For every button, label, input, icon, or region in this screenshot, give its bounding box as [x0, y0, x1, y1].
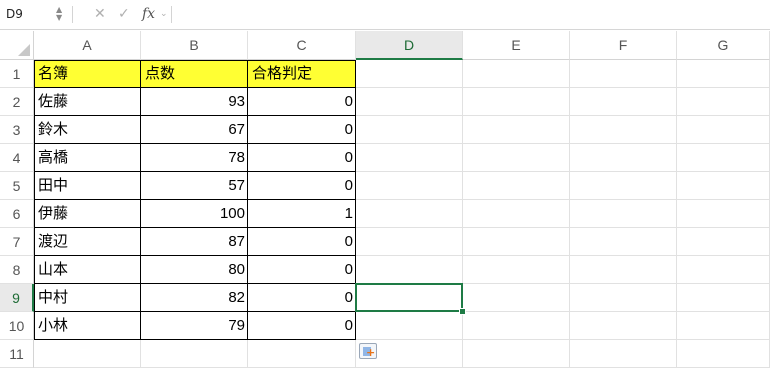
- table-cell-pass[interactable]: 0: [248, 312, 356, 340]
- table-cell-score[interactable]: 82: [141, 284, 248, 312]
- column-gridline: [676, 60, 677, 368]
- table-cell-name[interactable]: 伊藤: [34, 200, 141, 228]
- table-row-border: [34, 255, 356, 256]
- column-header-a[interactable]: A: [34, 31, 141, 60]
- table-cell-pass[interactable]: 0: [248, 284, 356, 312]
- table-cell-pass[interactable]: 0: [248, 172, 356, 200]
- column-header-e[interactable]: E: [463, 31, 570, 60]
- table-row-border: [34, 87, 356, 88]
- row-header-2[interactable]: 2: [0, 88, 34, 116]
- selected-cell[interactable]: [355, 283, 463, 312]
- row-header-3[interactable]: 3: [0, 116, 34, 144]
- table-cell-score[interactable]: 93: [141, 88, 248, 116]
- table-row-border: [34, 199, 356, 200]
- table-row-border: [34, 311, 356, 312]
- check-icon[interactable]: ✓: [118, 4, 130, 24]
- row-header-9[interactable]: 9: [0, 284, 34, 312]
- formula-bar-separator: [171, 6, 172, 23]
- header-cell[interactable]: 合格判定: [248, 60, 356, 88]
- formula-bar: D9 ▲ ▼ ✕ ✓ fx ⌄: [0, 0, 770, 30]
- row-header-4[interactable]: 4: [0, 144, 34, 172]
- header-cell[interactable]: 名簿: [34, 60, 141, 88]
- close-icon[interactable]: ✕: [94, 4, 106, 24]
- table-row-border: [34, 283, 356, 284]
- table-cell-pass[interactable]: 0: [248, 256, 356, 284]
- table-cell-pass[interactable]: 0: [248, 116, 356, 144]
- table-row-border: [34, 143, 356, 144]
- plus-icon: +: [366, 346, 376, 359]
- table-cell-score[interactable]: 67: [141, 116, 248, 144]
- table-cell-score[interactable]: 87: [141, 228, 248, 256]
- table-cell-score[interactable]: 78: [141, 144, 248, 172]
- fx-dropdown-icon[interactable]: ⌄: [160, 4, 168, 24]
- row-header-6[interactable]: 6: [0, 200, 34, 228]
- row-header-1[interactable]: 1: [0, 60, 34, 88]
- column-header-d[interactable]: D: [356, 31, 463, 60]
- table-cell-pass[interactable]: 0: [248, 88, 356, 116]
- table-cell-name[interactable]: 中村: [34, 284, 141, 312]
- row-header-11[interactable]: 11: [0, 340, 34, 368]
- table-column-border: [247, 60, 248, 340]
- table-cell-name[interactable]: 山本: [34, 256, 141, 284]
- fill-handle[interactable]: [459, 308, 466, 315]
- table-cell-name[interactable]: 渡辺: [34, 228, 141, 256]
- table-cell-score[interactable]: 100: [141, 200, 248, 228]
- fx-icon[interactable]: fx: [142, 4, 155, 24]
- table-cell-name[interactable]: 鈴木: [34, 116, 141, 144]
- table-cell-name[interactable]: 佐藤: [34, 88, 141, 116]
- row-header-5[interactable]: 5: [0, 172, 34, 200]
- column-header-f[interactable]: F: [570, 31, 677, 60]
- row-header-8[interactable]: 8: [0, 256, 34, 284]
- table-cell-pass[interactable]: 1: [248, 200, 356, 228]
- formula-bar-separator: [72, 6, 73, 23]
- name-box-stepper-icon[interactable]: ▲ ▼: [56, 6, 62, 22]
- table-cell-score[interactable]: 57: [141, 172, 248, 200]
- table-column-border: [140, 60, 141, 340]
- table-cell-name[interactable]: 高橋: [34, 144, 141, 172]
- table-cell-score[interactable]: 79: [141, 312, 248, 340]
- column-header-g[interactable]: G: [677, 31, 770, 60]
- paste-options-icon[interactable]: +: [359, 343, 377, 359]
- table-cell-pass[interactable]: 0: [248, 144, 356, 172]
- table-cell-score[interactable]: 80: [141, 256, 248, 284]
- column-header-b[interactable]: B: [141, 31, 248, 60]
- column-gridline: [462, 60, 463, 368]
- row-header-7[interactable]: 7: [0, 228, 34, 256]
- select-all-button[interactable]: [0, 31, 34, 60]
- table-row-border: [34, 115, 356, 116]
- row-gridline: [34, 367, 770, 368]
- table-row-border: [34, 227, 356, 228]
- column-gridline: [569, 60, 570, 368]
- header-cell[interactable]: 点数: [141, 60, 248, 88]
- column-header-c[interactable]: C: [248, 31, 356, 60]
- row-header-10[interactable]: 10: [0, 312, 34, 340]
- formula-input[interactable]: [175, 4, 766, 24]
- table-cell-name[interactable]: 小林: [34, 312, 141, 340]
- table-cell-pass[interactable]: 0: [248, 228, 356, 256]
- table-row-border: [34, 171, 356, 172]
- table-cell-name[interactable]: 田中: [34, 172, 141, 200]
